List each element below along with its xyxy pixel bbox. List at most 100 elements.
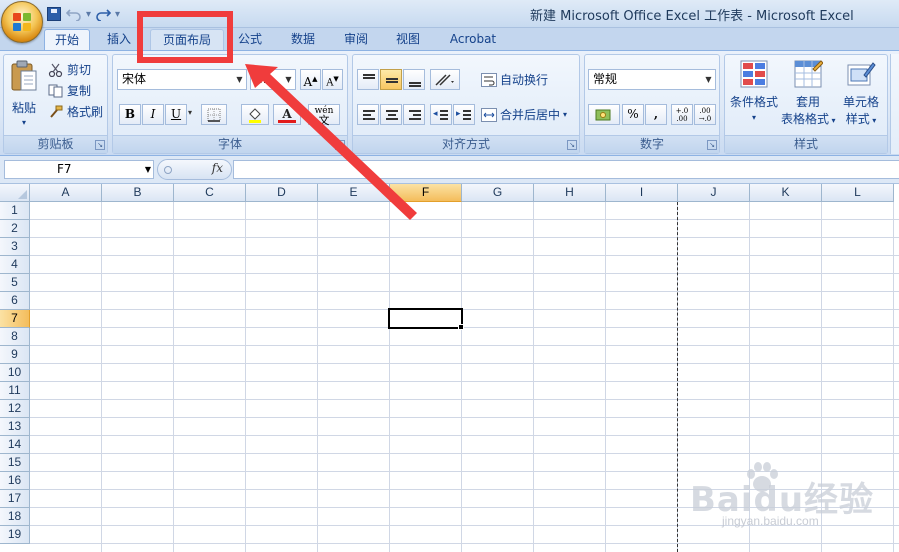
- column-header-j[interactable]: J: [678, 184, 750, 202]
- format-as-table-button[interactable]: 套用 表格格式 ▾: [781, 59, 836, 133]
- increase-decimal-button[interactable]: +.0 .00: [671, 104, 693, 125]
- merge-center-button[interactable]: 合并后居中 ▾: [481, 104, 567, 125]
- font-name-dropdown-icon[interactable]: ▼: [233, 70, 246, 89]
- number-format-dropdown-icon[interactable]: ▼: [702, 70, 715, 89]
- column-header-h[interactable]: H: [534, 184, 606, 202]
- align-center-button[interactable]: [380, 104, 402, 125]
- row-header-9[interactable]: 9: [0, 346, 30, 364]
- accounting-format-button[interactable]: [588, 104, 620, 125]
- column-header-c[interactable]: C: [174, 184, 246, 202]
- name-box-dropdown-icon[interactable]: ▼: [145, 161, 151, 178]
- row-header-10[interactable]: 10: [0, 364, 30, 382]
- undo-button[interactable]: [66, 6, 82, 22]
- number-format-combo[interactable]: 常规 ▼: [588, 69, 716, 90]
- formula-input[interactable]: [233, 160, 899, 179]
- row-header-19[interactable]: 19: [0, 526, 30, 544]
- cut-button[interactable]: 剪切: [48, 59, 91, 80]
- border-button[interactable]: [201, 104, 227, 125]
- phonetic-button[interactable]: wén 文: [308, 104, 340, 126]
- conditional-format-dropdown-icon[interactable]: ▾: [727, 113, 781, 122]
- column-header-b[interactable]: B: [102, 184, 174, 202]
- row-header-5[interactable]: 5: [0, 274, 30, 292]
- redo-dropdown-icon[interactable]: ▾: [115, 9, 120, 20]
- name-box[interactable]: F7 ▼: [4, 160, 154, 179]
- clipboard-launcher-icon[interactable]: ↘: [95, 140, 105, 150]
- column-header-e[interactable]: E: [318, 184, 390, 202]
- cell-styles-dropdown-icon[interactable]: ▾: [870, 116, 876, 125]
- merge-dropdown-icon[interactable]: ▾: [563, 110, 567, 119]
- percent-button[interactable]: %: [622, 104, 644, 125]
- decrease-decimal-button[interactable]: .00 →.0: [694, 104, 716, 125]
- row-header-3[interactable]: 3: [0, 238, 30, 256]
- italic-button[interactable]: I: [142, 104, 164, 125]
- tab-home[interactable]: 开始: [44, 29, 90, 50]
- redo-button[interactable]: [95, 6, 112, 22]
- conditional-format-button[interactable]: 条件格式 ▾: [727, 59, 781, 133]
- select-all-button[interactable]: [0, 184, 30, 202]
- row-header-7[interactable]: 7: [0, 310, 30, 328]
- grow-font-button[interactable]: A▲: [300, 69, 321, 90]
- number-launcher-icon[interactable]: ↘: [707, 140, 717, 150]
- row-header-14[interactable]: 14: [0, 436, 30, 454]
- align-middle-button[interactable]: [380, 69, 402, 90]
- shrink-font-button[interactable]: A▼: [322, 69, 343, 90]
- column-header-d[interactable]: D: [246, 184, 318, 202]
- office-button[interactable]: [1, 1, 43, 43]
- fill-handle[interactable]: [458, 324, 464, 330]
- align-left-button[interactable]: [357, 104, 379, 125]
- row-header-13[interactable]: 13: [0, 418, 30, 436]
- comma-button[interactable]: ,: [645, 104, 667, 125]
- row-header-16[interactable]: 16: [0, 472, 30, 490]
- underline-button[interactable]: U: [165, 104, 187, 125]
- row-header-1[interactable]: 1: [0, 202, 30, 220]
- cell-styles-button[interactable]: 单元格 样式 ▾: [835, 59, 887, 133]
- font-name-combo[interactable]: 宋体 ▼: [117, 69, 247, 90]
- tab-data[interactable]: 数据: [280, 29, 326, 50]
- font-size-combo[interactable]: 11 ▼: [250, 69, 296, 90]
- row-header-11[interactable]: 11: [0, 382, 30, 400]
- row-header-17[interactable]: 17: [0, 490, 30, 508]
- orientation-button[interactable]: [430, 69, 460, 90]
- save-icon: [47, 7, 61, 21]
- wrap-text-button[interactable]: 自动换行: [481, 69, 548, 90]
- align-bottom-button[interactable]: [403, 69, 425, 90]
- row-header-2[interactable]: 2: [0, 220, 30, 238]
- insert-function-button[interactable]: fx: [212, 161, 223, 175]
- tab-acrobat[interactable]: Acrobat: [440, 29, 506, 50]
- alignment-launcher-icon[interactable]: ↘: [567, 140, 577, 150]
- row-header-4[interactable]: 4: [0, 256, 30, 274]
- format-painter-button[interactable]: 格式刷: [48, 101, 103, 122]
- column-header-f[interactable]: F: [390, 184, 462, 202]
- font-color-button[interactable]: A: [273, 104, 301, 125]
- column-header-i[interactable]: I: [606, 184, 678, 202]
- paste-button[interactable]: 粘贴 ▾: [6, 59, 42, 131]
- row-header-18[interactable]: 18: [0, 508, 30, 526]
- column-header-a[interactable]: A: [30, 184, 102, 202]
- decrease-indent-button[interactable]: ◂: [430, 104, 452, 125]
- undo-dropdown-icon[interactable]: ▾: [86, 9, 91, 20]
- copy-button[interactable]: 复制: [48, 80, 91, 101]
- font-launcher-icon[interactable]: ↘: [335, 140, 345, 150]
- font-size-dropdown-icon[interactable]: ▼: [282, 70, 295, 89]
- tab-insert[interactable]: 插入: [96, 29, 142, 50]
- tab-formulas[interactable]: 公式: [228, 29, 272, 50]
- fill-color-button[interactable]: [241, 104, 269, 125]
- row-header-12[interactable]: 12: [0, 400, 30, 418]
- align-top-button[interactable]: [357, 69, 379, 90]
- column-header-l[interactable]: L: [822, 184, 894, 202]
- active-cell[interactable]: [388, 308, 463, 329]
- align-right-button[interactable]: [403, 104, 425, 125]
- font-name-value: 宋体: [122, 72, 147, 86]
- row-header-8[interactable]: 8: [0, 328, 30, 346]
- column-header-k[interactable]: K: [750, 184, 822, 202]
- row-header-6[interactable]: 6: [0, 292, 30, 310]
- underline-dropdown-icon[interactable]: ▾: [188, 108, 192, 117]
- bold-button[interactable]: B: [119, 104, 141, 125]
- row-header-15[interactable]: 15: [0, 454, 30, 472]
- paste-dropdown-icon[interactable]: ▾: [6, 118, 42, 127]
- tab-view[interactable]: 视图: [385, 29, 431, 50]
- tab-review[interactable]: 审阅: [333, 29, 379, 50]
- column-header-g[interactable]: G: [462, 184, 534, 202]
- save-button[interactable]: [46, 6, 62, 22]
- increase-indent-button[interactable]: ▸: [453, 104, 475, 125]
